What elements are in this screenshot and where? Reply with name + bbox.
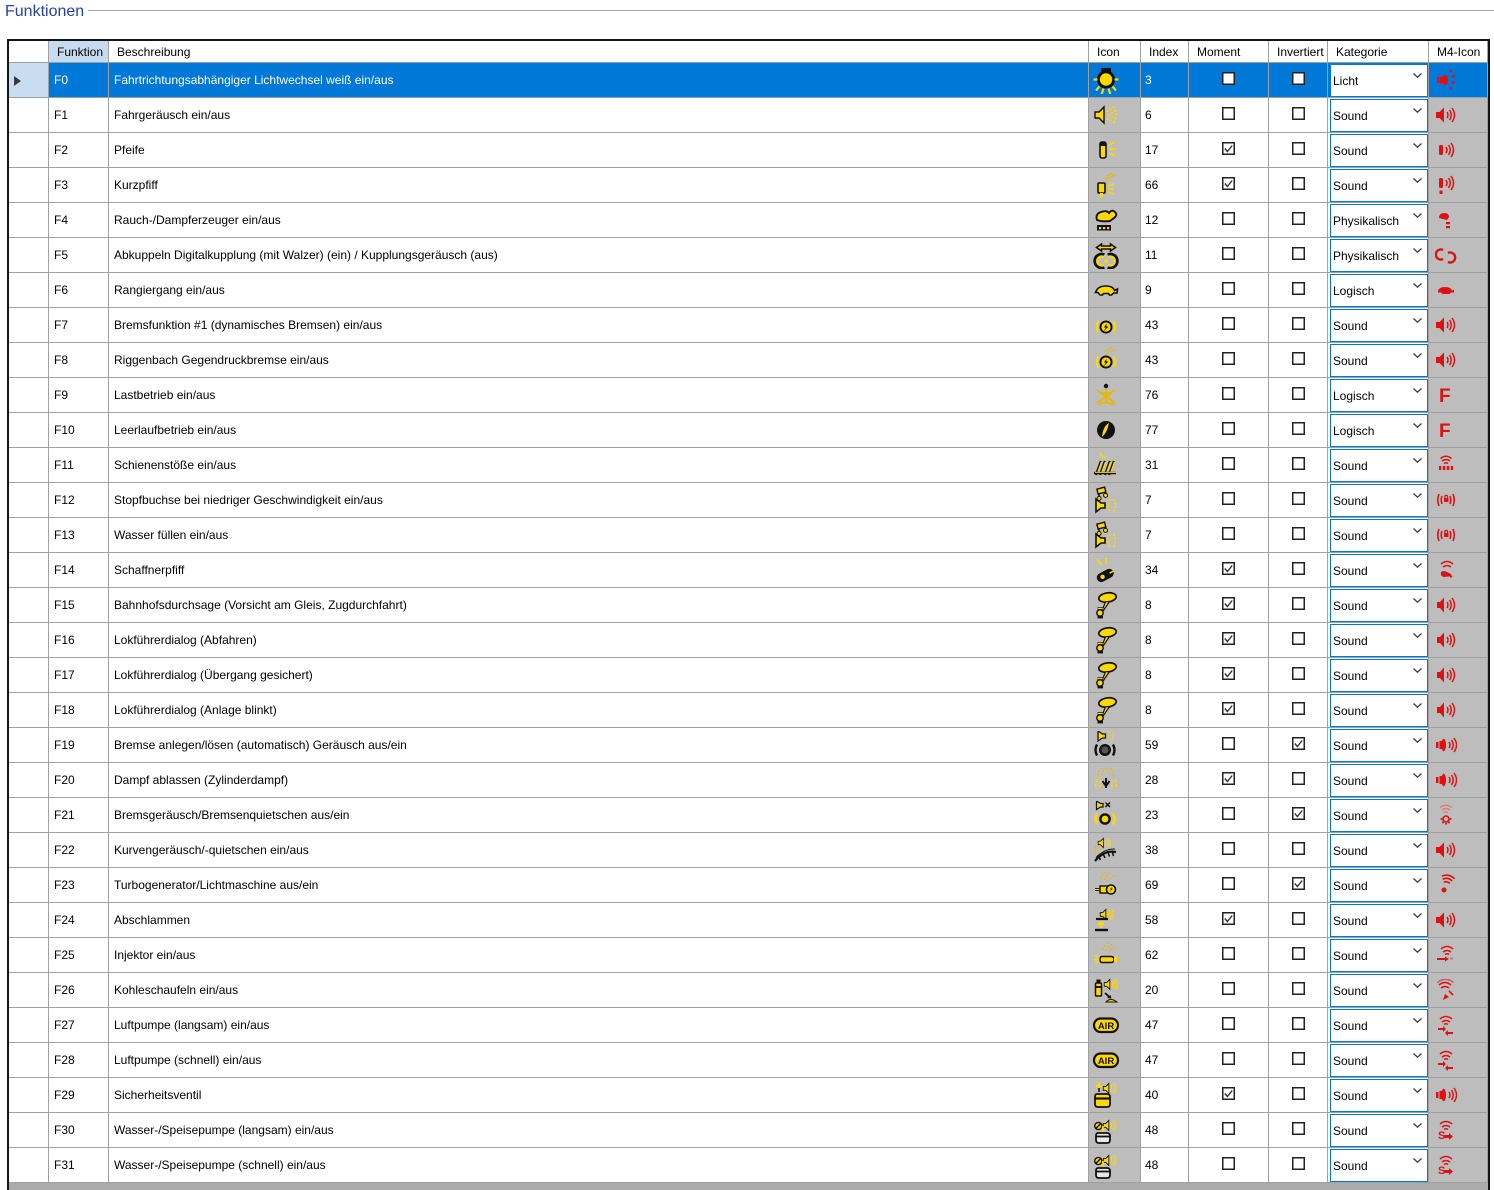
svg-text:AIR: AIR bbox=[1098, 1056, 1115, 1067]
svg-text:AIR: AIR bbox=[1098, 1021, 1115, 1032]
svg-text:F: F bbox=[1439, 386, 1451, 406]
svg-text:F: F bbox=[1439, 421, 1451, 441]
